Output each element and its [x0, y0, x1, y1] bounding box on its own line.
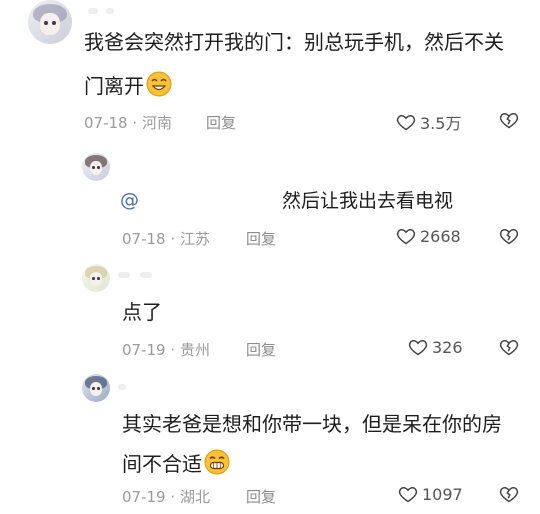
comment-region: 河南 — [141, 114, 172, 132]
username-placeholder[interactable] — [88, 8, 98, 14]
dislike-button[interactable] — [498, 110, 520, 130]
comment-meta: 07-18 · 江苏 — [122, 228, 210, 249]
grinning-teeth-emoji — [204, 449, 230, 475]
heart-outline-icon — [398, 486, 418, 503]
broken-heart-outline-icon — [499, 339, 519, 356]
dislike-button[interactable] — [498, 484, 520, 504]
like-count: 1097 — [422, 484, 463, 504]
comment-text-line: 间不合适 — [122, 452, 202, 476]
meta-separator: · — [170, 488, 176, 506]
heart-outline-icon — [408, 339, 428, 356]
like-button[interactable]: 1097 — [398, 484, 463, 504]
avatar[interactable] — [28, 0, 72, 44]
reply-button[interactable]: 回复 — [246, 228, 276, 249]
comment-date: 07-18 — [84, 114, 128, 132]
comment-region: 贵州 — [179, 341, 210, 359]
comment-meta: 07-19 · 贵州 — [122, 339, 210, 360]
like-button[interactable]: 3.5万 — [396, 110, 461, 134]
meta-separator: · — [170, 230, 176, 248]
comment-meta: 07-19 · 湖北 — [122, 486, 210, 507]
comment-meta: 07-18 · 河南 — [84, 112, 172, 133]
like-button[interactable]: 2668 — [396, 226, 461, 246]
comment-date: 07-18 — [122, 230, 166, 248]
comment-text: 点了 — [122, 300, 162, 324]
username-placeholder — [140, 272, 152, 278]
heart-outline-icon — [396, 228, 416, 245]
comment-text: 其实老爸是想和你带一块，但是呆在你的房 — [122, 412, 502, 436]
comment-text-continued: 间不合适 — [122, 448, 230, 480]
heart-outline-icon — [396, 114, 416, 131]
avatar[interactable] — [82, 153, 110, 181]
avatar[interactable] — [82, 374, 110, 402]
username-placeholder[interactable] — [118, 272, 130, 278]
comment-region: 江苏 — [179, 230, 210, 248]
comment-text-continued: 门离开 — [84, 70, 172, 102]
username-placeholder — [106, 8, 114, 14]
reply-button[interactable]: 回复 — [246, 339, 276, 360]
username-placeholder[interactable] — [118, 384, 126, 390]
like-count: 2668 — [420, 226, 461, 246]
mention-text[interactable]: @ — [120, 189, 139, 211]
dislike-button[interactable] — [498, 226, 520, 246]
comment-text-line: 门离开 — [84, 74, 144, 98]
broken-heart-outline-icon — [499, 228, 519, 245]
comment-date: 07-19 — [122, 341, 166, 359]
like-button[interactable]: 326 — [408, 337, 463, 357]
like-count: 326 — [432, 337, 463, 357]
reply-button[interactable]: 回复 — [246, 486, 276, 507]
comment-date: 07-19 — [122, 488, 166, 506]
avatar[interactable] — [82, 264, 110, 292]
dislike-button[interactable] — [498, 337, 520, 357]
comment-region: 湖北 — [179, 488, 210, 506]
like-count: 3.5万 — [420, 114, 462, 133]
broken-heart-outline-icon — [499, 112, 519, 129]
reply-button[interactable]: 回复 — [206, 112, 236, 133]
comment-text: 然后让我出去看电视 — [282, 190, 454, 212]
meta-separator: · — [170, 341, 176, 359]
broken-heart-outline-icon — [499, 486, 519, 503]
squinting-smile-emoji — [146, 71, 172, 97]
comment-text: 我爸会突然打开我的门：别总玩手机，然后不关 — [84, 30, 504, 54]
meta-separator: · — [132, 114, 138, 132]
